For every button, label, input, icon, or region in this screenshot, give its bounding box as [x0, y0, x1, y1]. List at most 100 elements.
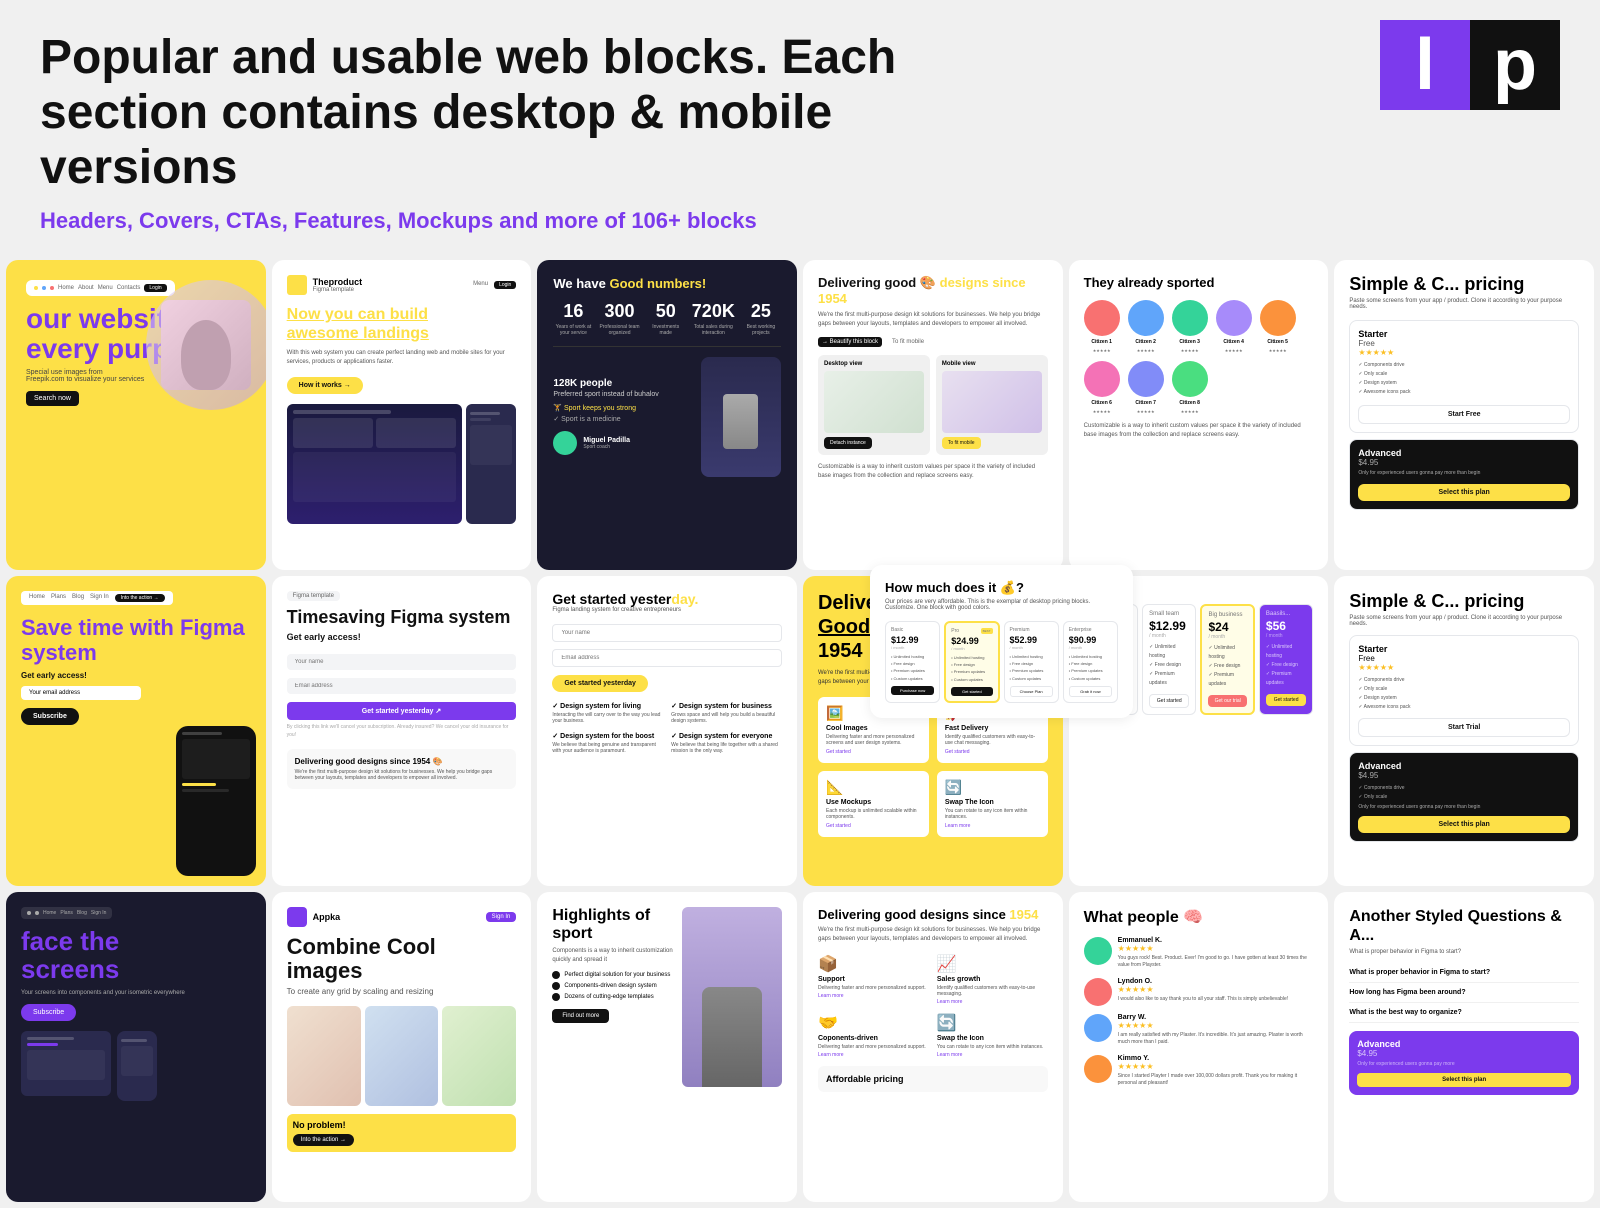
card4-img2: Mobile view To fit mobile: [936, 355, 1048, 455]
plan-name: Starter: [1358, 329, 1570, 339]
review-avatar: [1084, 937, 1112, 965]
stat-label: Total sales during interaction: [692, 324, 735, 336]
sport-check2: ✓ Sport is a medicine: [553, 415, 691, 423]
plan2-name: Advanced: [1358, 761, 1570, 771]
basic-purchase-btn[interactable]: Purchase now: [891, 686, 934, 695]
card6-starter-plan: Starter Free ★★★★★ ✓ Components drive✓ O…: [1349, 320, 1579, 433]
card4-description: Customizable is a way to inherit custom …: [818, 463, 1048, 481]
card8-submit-btn[interactable]: Get started yesterday ↗: [287, 702, 517, 720]
card4-action-btn[interactable]: Detach instance: [824, 437, 872, 449]
noprob-btn[interactable]: Into the action →: [293, 1134, 354, 1146]
nav-dot: [27, 911, 31, 915]
stat-years: 16 Years of work at your service: [553, 301, 593, 336]
nav-dot: [35, 911, 39, 915]
card2-cta-btn[interactable]: How it works →: [287, 377, 363, 394]
nav-cta[interactable]: Into the action →: [115, 594, 165, 602]
card4-tab2[interactable]: To fit mobile: [888, 337, 928, 347]
card18-faq-list: What is proper behavior in Figma to star…: [1349, 963, 1579, 1023]
card14-subtitle: To create any grid by scaling and resizi…: [287, 987, 517, 996]
person-name: Miguel Padilla: [583, 437, 630, 444]
person-3: Citizen 3 ★★★★★: [1172, 300, 1208, 353]
plan-small: Small team $12.99 / month ✓ Unlimited ho…: [1142, 604, 1196, 715]
card2-login-btn[interactable]: Login: [494, 281, 516, 289]
avatar-1: [1084, 300, 1120, 336]
card4-title: Delivering good 🎨 designs since 1954: [818, 275, 1048, 306]
card7-email-input[interactable]: Your email address: [21, 686, 141, 700]
person-5: Citizen 5 ★★★★★: [1260, 300, 1296, 353]
card8-delivering-block: Delivering good designs since 1954 🎨 We'…: [287, 749, 517, 789]
card1-cta-btn[interactable]: Search now: [26, 391, 79, 406]
enterprise-grab-btn[interactable]: Grab it now: [1069, 686, 1112, 697]
plan-cta-btn[interactable]: Select this plan: [1357, 1073, 1571, 1087]
card18-title: Another Styled Questions & A...: [1349, 907, 1579, 945]
header-text: Popular and usable web blocks. Each sect…: [40, 30, 940, 234]
plan2-cta-btn[interactable]: Select this plan: [1358, 484, 1570, 501]
review-avatar: [1084, 978, 1112, 1006]
card13-subscribe-btn[interactable]: Subscribe: [21, 1004, 76, 1021]
plan-cta-btn[interactable]: Start Free: [1358, 405, 1570, 424]
card14-signin-btn[interactable]: Sign In: [486, 912, 517, 922]
review-emmanuel: Emmanuel K. ★★★★★ You guys rock! Best. P…: [1084, 937, 1314, 970]
card15-checks: Perfect digital solution for your busine…: [552, 971, 676, 1001]
plan2-cta[interactable]: Select this plan: [1358, 816, 1570, 833]
card9-name-input[interactable]: [552, 624, 782, 642]
card8-name-input[interactable]: [287, 654, 517, 670]
avatar-2: [1128, 300, 1164, 336]
card-pricing-2: Simple & C... pricing Paste some screens…: [1334, 576, 1594, 886]
sport-sub: Preferred sport instead of buhalov: [553, 391, 691, 398]
card8-email-input[interactable]: [287, 678, 517, 694]
feature-business: ✓ Design system for business Grows space…: [671, 702, 782, 724]
best-started-btn[interactable]: Get started: [951, 687, 992, 696]
athlete-silhouette: [723, 394, 758, 449]
card4-tab1[interactable]: → Beautify this block: [818, 337, 882, 347]
review-kimmo: Kimmo Y. ★★★★★ Since I started Playter I…: [1084, 1055, 1314, 1088]
nav-dot: [42, 286, 46, 290]
stat-projects: 25 Best working projects: [741, 301, 781, 336]
card17-title: What people 🧠: [1084, 907, 1314, 927]
card15-cta-btn[interactable]: Find out more: [552, 1009, 609, 1023]
card2-brand-name: Theproduct: [313, 277, 363, 287]
plan-price: $4.95: [1357, 1049, 1571, 1058]
faq-item-1: What is proper behavior in Figma to star…: [1349, 963, 1579, 983]
plan-stars: ★★★★★: [1358, 663, 1570, 672]
big-business-btn[interactable]: Get our trial: [1208, 695, 1246, 707]
card3-sport-image: [701, 357, 781, 477]
plan-enterprise: Enterprise $90.99 / month • Unlimited ho…: [1063, 621, 1118, 703]
card2-device-screens: [287, 404, 517, 524]
small-team-btn[interactable]: Get started: [1149, 694, 1189, 708]
card-delivering-1954: Delivering good designs since 1954 We're…: [803, 892, 1063, 1202]
stat-team: 300 Professional team organized: [599, 301, 639, 336]
card18-pricing-plan: Advanced $4.95 Only for experienced user…: [1349, 1031, 1579, 1095]
card7-subscribe-btn[interactable]: Subscribe: [21, 708, 79, 725]
nav-label: Contacts: [117, 285, 141, 291]
card-timesaving-figma: Figma template Timesaving Figma system G…: [272, 576, 532, 886]
noprob-title: No problem!: [293, 1120, 511, 1130]
review-lyndon: Lyndon O. ★★★★★ I would also like to say…: [1084, 978, 1314, 1006]
card4-mobile-btn[interactable]: To fit mobile: [942, 437, 981, 449]
plan-cta[interactable]: Start Trial: [1358, 718, 1570, 737]
card9-email-input[interactable]: [552, 649, 782, 667]
premium-btn[interactable]: Get started: [1266, 694, 1306, 706]
header: Popular and usable web blocks. Each sect…: [0, 0, 1600, 254]
avatar-5: [1260, 300, 1296, 336]
feat-mockups: 📐 Use Mockups Each mockup is unlimited s…: [818, 771, 929, 837]
card-combine-images: Appka Sign In Combine Cool images To cre…: [272, 892, 532, 1202]
card2-logo: [287, 275, 307, 295]
card16-title: Delivering good designs since 1954: [818, 907, 1048, 922]
premium-choose-btn[interactable]: Choose Plan: [1010, 686, 1053, 697]
person-1: Citizen 1 ★★★★★: [1084, 300, 1120, 353]
card16-affordable: Affordable pricing: [818, 1066, 1048, 1092]
feat-swap: 🔄 Swap the Icon You can rotate to any ic…: [937, 1013, 1048, 1058]
card13-title: face thescreens: [21, 927, 251, 984]
card14-logo: [287, 907, 307, 927]
card15-sport-image: [682, 907, 782, 1087]
feature-boost: ✓ Design system for the boost We believe…: [552, 732, 663, 754]
plan-price: Free: [1358, 654, 1570, 663]
card-delivering-designs: Delivering good 🎨 designs since 1954 We'…: [803, 260, 1063, 570]
card4-tabs: → Beautify this block To fit mobile: [818, 337, 1048, 347]
nav-login-btn[interactable]: Login: [144, 284, 166, 292]
card-stats-sport: We have Good numbers! 16 Years of work a…: [537, 260, 797, 570]
how-much-body: Our prices are very affordable. This is …: [885, 599, 1118, 611]
card9-cta-btn[interactable]: Get started yesterday: [552, 675, 648, 692]
stat-sales: 720K Total sales during interaction: [692, 301, 735, 336]
